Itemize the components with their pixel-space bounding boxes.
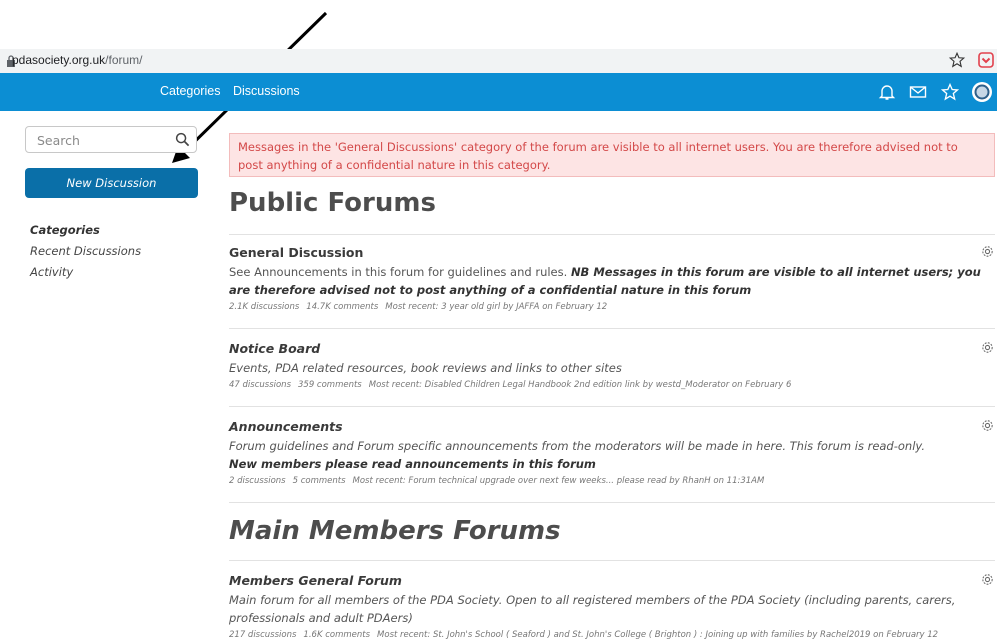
sidebar-nav: Categories Recent Discussions Activity <box>30 222 141 285</box>
section-title-public: Public Forums <box>229 188 436 218</box>
gear-icon[interactable] <box>980 572 995 587</box>
url-text: pdasociety.org.uk/forum/ <box>12 53 143 67</box>
category-notice-board: Notice Board Events, PDA related resourc… <box>229 341 997 390</box>
gear-icon[interactable] <box>980 340 995 355</box>
category-description-bold: New members please read announcements in… <box>229 457 596 471</box>
category-description: See Announcements in this forum for guid… <box>229 265 981 297</box>
section-title-main-members: Main Members Forums <box>229 516 561 546</box>
bell-icon[interactable] <box>877 82 897 102</box>
sidebar-link-categories[interactable]: Categories <box>30 222 141 243</box>
sidebar-link-recent-discussions[interactable]: Recent Discussions <box>30 243 141 264</box>
divider <box>229 234 995 235</box>
star-outline-icon[interactable] <box>948 51 966 69</box>
gear-icon[interactable] <box>980 418 995 433</box>
category-members-general-forum: Members General Forum Main forum for all… <box>229 573 997 641</box>
site-nav: Categories Discussions <box>0 73 997 111</box>
category-description: Main forum for all members of the PDA So… <box>229 593 956 625</box>
search-field[interactable] <box>25 126 197 153</box>
envelope-icon[interactable] <box>908 82 928 102</box>
alert-message: Messages in the 'General Discussions' ca… <box>229 133 995 177</box>
nav-categories[interactable]: Categories <box>160 84 220 98</box>
search-input[interactable] <box>35 132 169 149</box>
category-general-discussion: General Discussion See Announcements in … <box>229 245 997 312</box>
category-title[interactable]: General Discussion <box>229 245 997 263</box>
category-description: Events, PDA related resources, book revi… <box>229 361 622 375</box>
category-title[interactable]: Notice Board <box>229 341 997 359</box>
pocket-icon[interactable] <box>978 52 994 68</box>
category-meta: 2 discussions 5 comments Most recent: Foru… <box>229 476 765 486</box>
category-meta: 47 discussions 359 comments Most recent: D… <box>229 380 792 390</box>
search-icon[interactable] <box>175 132 190 147</box>
nav-discussions[interactable]: Discussions <box>233 84 300 98</box>
gear-icon[interactable] <box>980 244 995 259</box>
sidebar-link-activity[interactable]: Activity <box>30 264 141 285</box>
category-title[interactable]: Members General Forum <box>229 573 997 591</box>
avatar-icon[interactable] <box>971 81 993 103</box>
category-title[interactable]: Announcements <box>229 419 997 437</box>
category-announcements: Announcements Forum guidelines and Forum… <box>229 419 997 486</box>
category-meta: 2.1K discussions 14.7K comments Most recen… <box>229 302 608 312</box>
new-discussion-button[interactable]: New Discussion <box>25 168 198 198</box>
divider <box>229 560 995 561</box>
divider <box>229 406 995 407</box>
address-bar[interactable]: pdasociety.org.uk/forum/ <box>0 49 997 73</box>
category-meta: 217 discussions 1.6K comments Most recent:… <box>229 630 939 640</box>
divider <box>229 502 995 503</box>
divider <box>229 328 995 329</box>
category-description: Forum guidelines and Forum specific anno… <box>229 439 925 453</box>
star-icon[interactable] <box>940 82 960 102</box>
